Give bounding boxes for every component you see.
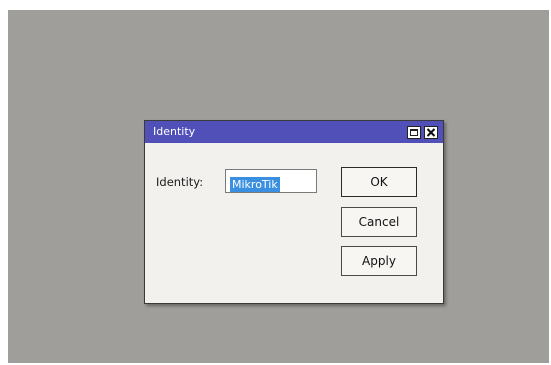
close-button[interactable] [424,126,438,139]
maximize-button[interactable] [407,126,421,139]
maximize-icon [410,129,418,136]
close-icon [426,128,436,137]
identity-label: Identity: [156,175,204,189]
identity-value: MikroTik [230,177,280,192]
identity-input[interactable]: MikroTik [225,169,317,193]
cancel-button[interactable]: Cancel [341,207,417,237]
ok-button[interactable]: OK [341,167,417,197]
workspace-background: Identity Identity: MikroTik OK Cancel Ap… [8,10,549,363]
identity-dialog: Identity Identity: MikroTik OK Cancel Ap… [144,120,444,304]
dialog-titlebar[interactable]: Identity [145,121,443,143]
apply-button[interactable]: Apply [341,246,417,276]
dialog-title: Identity [153,125,196,138]
